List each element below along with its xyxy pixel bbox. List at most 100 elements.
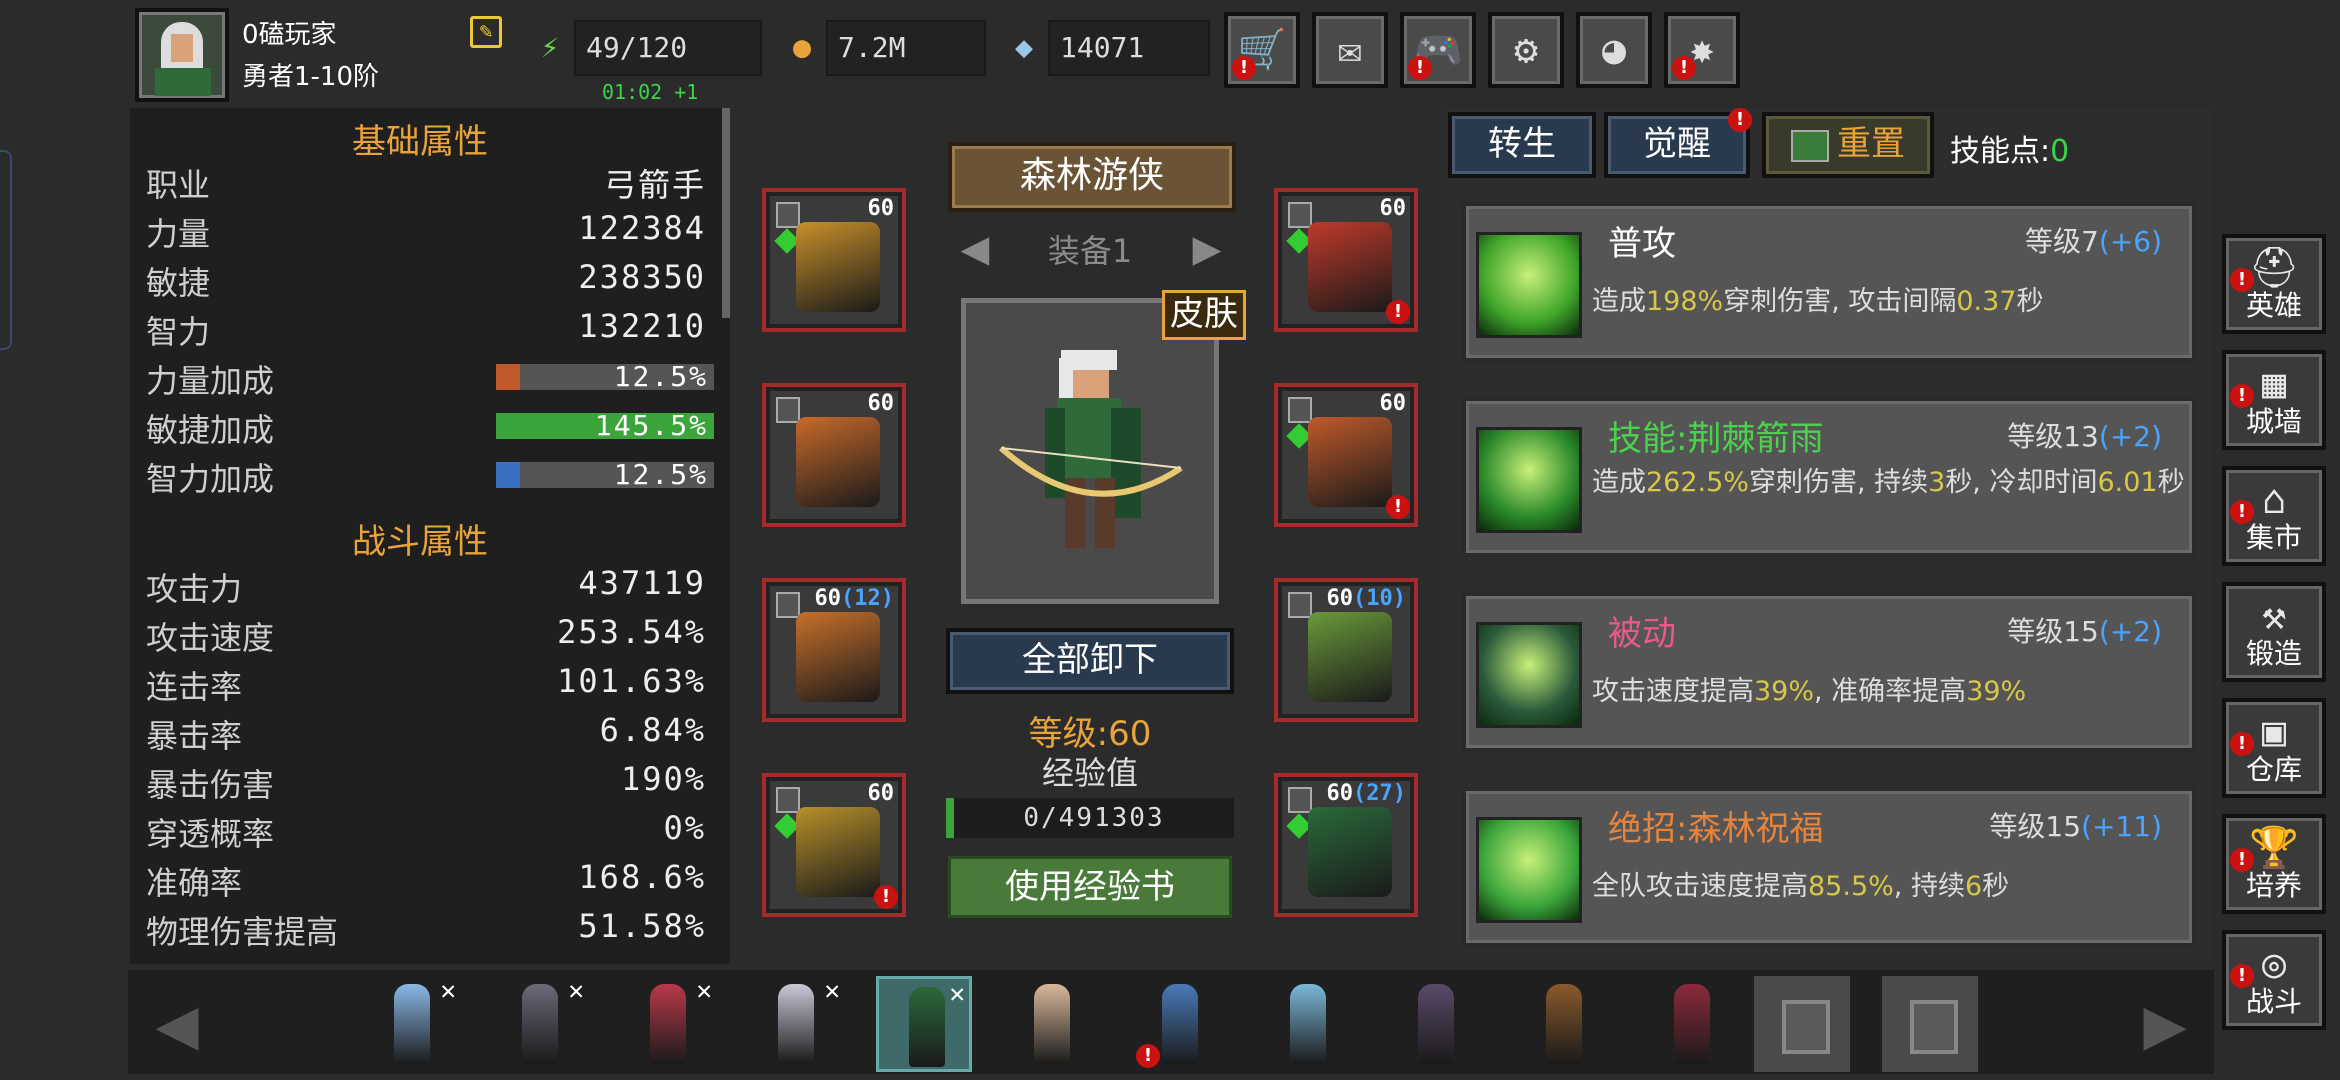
hero-figure: [1162, 984, 1198, 1064]
tab-rebirth[interactable]: 转生: [1448, 112, 1596, 178]
locked-hero-slot[interactable]: [1882, 976, 1978, 1072]
alert-icon: !: [2230, 500, 2254, 524]
gamepad-button[interactable]: 🎮!: [1400, 12, 1476, 88]
hero-portrait-9[interactable]: [1388, 976, 1484, 1072]
reset-skills-button[interactable]: 重置: [1762, 112, 1934, 178]
skin-button[interactable]: 皮肤: [1162, 290, 1246, 340]
stat-value: 437119: [578, 564, 706, 602]
crossed-swords-icon: ✕: [440, 976, 456, 1006]
skill-card[interactable]: 普攻 等级7(+6) 造成198%穿刺伤害, 攻击间隔0.37秒: [1462, 202, 2196, 362]
skill-name: 被动: [1608, 614, 1676, 654]
hero-portrait-10[interactable]: [1516, 976, 1612, 1072]
hero-figure: [778, 984, 814, 1064]
equip-slot-bracers[interactable]: 60!: [1274, 383, 1418, 527]
lucky-wheel-button[interactable]: ◕: [1576, 12, 1652, 88]
stat-row: 力量 122384: [146, 209, 706, 253]
lock-icon: [1782, 1000, 1830, 1054]
side-menu-warehouse[interactable]: ▣ 仓库!: [2222, 698, 2326, 798]
equip-slot-necklace[interactable]: 60!: [1274, 188, 1418, 332]
skill-level-bonus: (+11): [2081, 810, 2162, 843]
slot-level-value: 60: [814, 586, 842, 611]
necklace-icon: [1308, 222, 1392, 312]
equip-slot-crossbow[interactable]: 60(27): [1274, 773, 1418, 917]
equip-slot-ring[interactable]: 60(10): [1274, 578, 1418, 722]
player-avatar[interactable]: [135, 8, 229, 102]
skill-level: 等级15(+2): [2007, 610, 2162, 650]
lock-icon: [1288, 202, 1312, 228]
desc-part: 39%: [1966, 676, 2027, 707]
stat-value: 190%: [620, 760, 706, 798]
edit-name-icon[interactable]: ✎: [470, 16, 502, 48]
gem-value: 14071: [1048, 20, 1210, 76]
side-menu-portal[interactable]: ◎ 战斗!: [2222, 930, 2326, 1030]
hero-portrait-1[interactable]: ✕: [364, 976, 460, 1072]
next-set-button[interactable]: ▶: [1172, 218, 1242, 278]
slot-level: 60(27): [1327, 781, 1406, 806]
skill-card[interactable]: 技能:荆棘箭雨 等级13(+2) 造成262.5%穿刺伤害, 持续3秒, 冷却时间6…: [1462, 397, 2196, 557]
tab-awaken[interactable]: 觉醒 !: [1604, 108, 1752, 178]
hero-portrait-7[interactable]: !: [1132, 976, 1228, 1072]
mail-button[interactable]: ✉: [1312, 12, 1388, 88]
fireworks-button[interactable]: ✸!: [1664, 12, 1740, 88]
hero-figure: [1674, 984, 1710, 1064]
awaken-alert-icon: !: [1728, 108, 1752, 132]
hero-portrait-11[interactable]: [1644, 976, 1740, 1072]
stats-scrollbar[interactable]: [722, 108, 730, 318]
skill-icon: [1476, 427, 1582, 533]
bonus-value: 12.5%: [613, 458, 708, 491]
slot-level-value: 60: [1326, 586, 1354, 611]
bonus-bar-fill: [496, 462, 520, 488]
slot-level-value: 60: [1379, 196, 1407, 221]
equip-set-label: 装备1: [1047, 232, 1133, 270]
desc-part: 6.01: [2097, 467, 2158, 498]
stats-panel[interactable]: 基础属性 职业 弓箭手 力量 122384 敏捷 238350 智力 132210 力量加成 12…: [130, 108, 730, 964]
alert-icon: !: [2230, 268, 2254, 292]
tab-awaken-label: 觉醒: [1643, 124, 1711, 164]
equip-slot-chest-armor[interactable]: 60: [762, 188, 906, 332]
hero-portrait-3[interactable]: ✕: [620, 976, 716, 1072]
side-menu-anvil[interactable]: ⚒ 锻造: [2222, 582, 2326, 682]
side-menu-wall[interactable]: ▦ 城墙!: [2222, 350, 2326, 450]
side-menu-chalice[interactable]: 🏆 培养!: [2222, 814, 2326, 914]
energy-value: 49/120: [574, 20, 762, 76]
alert-icon: !: [2230, 384, 2254, 408]
crossed-swords-icon: ✕: [949, 979, 965, 1009]
stat-label: 物理伤害提高: [146, 913, 339, 951]
shop-button[interactable]: 🛒!: [1224, 12, 1300, 88]
alert-icon: !: [1386, 495, 1410, 519]
hero-portrait-8[interactable]: [1260, 976, 1356, 1072]
alert-icon: !: [2230, 964, 2254, 988]
use-exp-book-button[interactable]: 使用经验书: [948, 856, 1232, 918]
hero-portrait-6[interactable]: [1004, 976, 1100, 1072]
hero-figure: [650, 984, 686, 1064]
next-heroes-button[interactable]: ▶: [2120, 978, 2210, 1068]
skill-level-value: 等级7: [2025, 225, 2099, 258]
bonus-label: 力量加成: [146, 362, 275, 400]
side-menu-helmet[interactable]: ⛑ 英雄!: [2222, 234, 2326, 334]
hero-portrait-5[interactable]: ✕: [876, 976, 972, 1072]
equip-slot-boots[interactable]: 60!: [762, 773, 906, 917]
skill-card[interactable]: 被动 等级15(+2) 攻击速度提高39%, 准确率提高39%: [1462, 592, 2196, 752]
hero-portrait-4[interactable]: ✕: [748, 976, 844, 1072]
hero-portrait-2[interactable]: ✕: [492, 976, 588, 1072]
desc-part: 秒: [2016, 286, 2044, 317]
bracers-icon: [1308, 417, 1392, 507]
boots-icon: [796, 807, 880, 897]
equip-slot-leg-armor[interactable]: 60(12): [762, 578, 906, 722]
lock-icon: [1288, 787, 1312, 813]
skill-description: 攻击速度提高39%, 准确率提高39%: [1592, 676, 2192, 708]
settings-button[interactable]: ⚙: [1488, 12, 1564, 88]
side-menu-market[interactable]: ⌂ 集市!: [2222, 466, 2326, 566]
prev-heroes-button[interactable]: ◀: [132, 978, 222, 1068]
alert-icon: !: [1136, 1044, 1160, 1068]
leg-armor-icon: [796, 612, 880, 702]
skill-card[interactable]: 绝招:森林祝福 等级15(+11) 全队攻击速度提高85.5%, 持续6秒: [1462, 787, 2196, 947]
edge-tab[interactable]: [0, 150, 12, 350]
hero-figure: [522, 984, 558, 1064]
locked-hero-slot[interactable]: [1754, 976, 1850, 1072]
equip-slot-shoulder-armor[interactable]: 60: [762, 383, 906, 527]
stat-row: 连击率 101.63%: [146, 662, 706, 706]
crossbow-icon: [1308, 807, 1392, 897]
unequip-all-button[interactable]: 全部卸下: [946, 628, 1234, 694]
lock-icon: [776, 787, 800, 813]
